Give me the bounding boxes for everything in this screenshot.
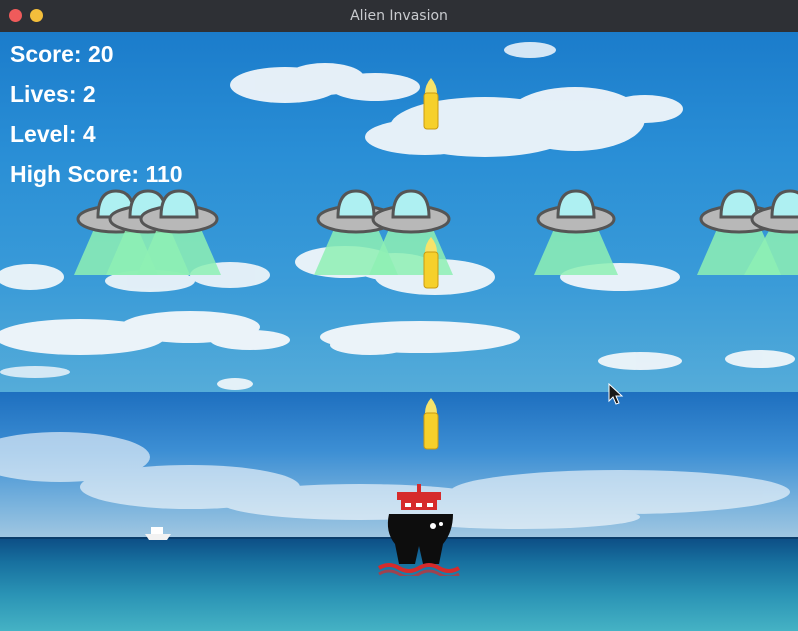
cloud (598, 350, 795, 370)
alien-ufo (137, 189, 221, 275)
title-bar: Alien Invasion (0, 0, 798, 33)
alien-ufo (534, 189, 618, 275)
bullet (423, 398, 439, 450)
lives-label: Lives: 2 (10, 81, 96, 107)
cloud (0, 311, 290, 355)
alien-ufo (369, 189, 453, 275)
bullet (423, 237, 439, 289)
mouse-pointer-icon (608, 383, 624, 405)
level-label: Level: 4 (10, 121, 96, 147)
cloud (230, 63, 683, 157)
game-canvas[interactable]: Score: 20 Lives: 2 Level: 4 High Score: … (0, 32, 798, 631)
alien-ufo (744, 189, 798, 275)
cloud (320, 321, 520, 355)
high-score-label: High Score: 110 (10, 161, 183, 187)
cloud (504, 42, 556, 58)
cloud (0, 264, 64, 290)
window-title: Alien Invasion (350, 8, 448, 24)
cloud (0, 366, 70, 378)
distant-boat (145, 527, 171, 540)
player-ship (377, 484, 461, 576)
game-window: Alien Invasion Score: 20 Lives: 2 Level:… (0, 0, 798, 631)
score-label: Score: 20 (10, 41, 114, 67)
cloud (217, 378, 253, 390)
bullet (423, 78, 439, 130)
